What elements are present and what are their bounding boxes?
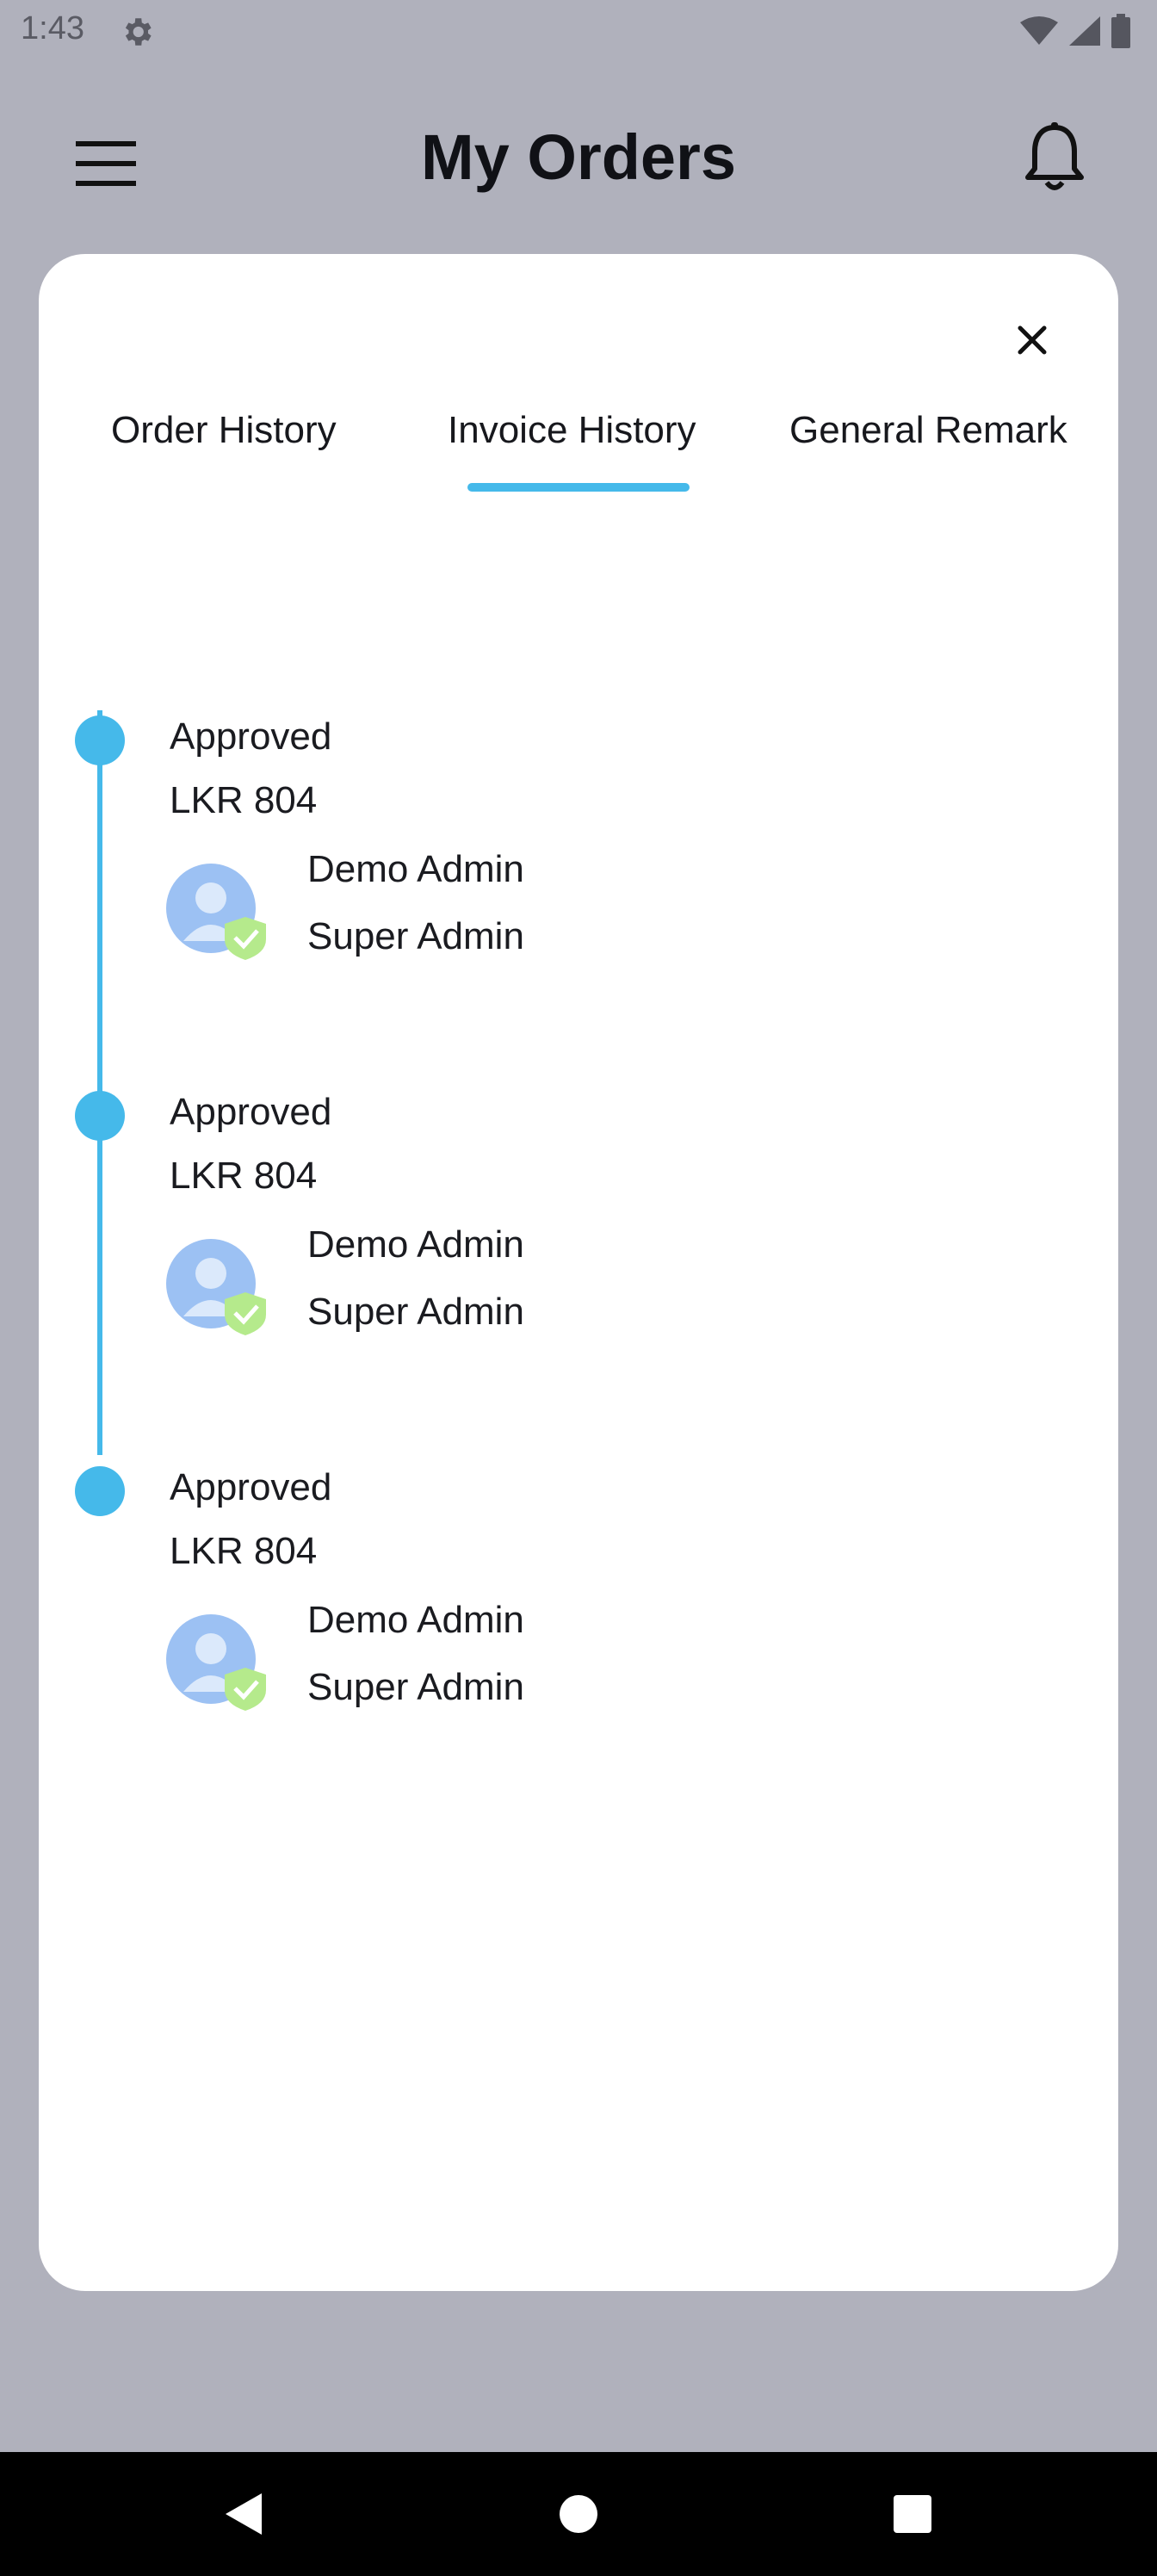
status-time: 1:43: [21, 10, 84, 46]
entry-amount: LKR 804: [170, 1530, 318, 1572]
entry-status: Approved: [170, 715, 332, 758]
invoice-timeline: Approved LKR 804 Demo Admin Super Admin …: [39, 684, 1118, 1804]
back-icon[interactable]: [215, 2485, 274, 2543]
entry-user-name: Demo Admin: [307, 848, 524, 890]
bell-icon[interactable]: [1023, 122, 1086, 195]
entry-user-name: Demo Admin: [307, 1599, 524, 1641]
entry-user-role: Super Admin: [307, 1291, 524, 1333]
tab-bar: Order History Invoice History General Re…: [39, 409, 1118, 512]
entry-amount: LKR 804: [170, 779, 318, 821]
battery-icon: [1111, 14, 1130, 48]
admin-avatar-icon: [166, 1239, 266, 1335]
recents-icon[interactable]: [883, 2485, 942, 2543]
gear-icon: [125, 18, 152, 46]
admin-avatar-icon: [166, 1614, 266, 1711]
status-bar: 1:43: [0, 0, 1157, 62]
entry-amount: LKR 804: [170, 1155, 318, 1197]
page-title: My Orders: [420, 121, 737, 193]
tab-order-history[interactable]: Order History: [111, 409, 337, 495]
tab-selected-indicator: [467, 483, 690, 492]
entry-status: Approved: [170, 1091, 332, 1133]
home-icon[interactable]: [549, 2485, 608, 2543]
entry-user-role: Super Admin: [307, 915, 524, 957]
timeline-dot: [75, 1466, 125, 1516]
timeline-entry: Approved LKR 804 Demo Admin Super Admin: [39, 1461, 1118, 1805]
system-nav-bar: [0, 2452, 1157, 2576]
timeline-dot: [75, 1091, 125, 1141]
timeline-dot: [75, 715, 125, 765]
wifi-icon: [1020, 16, 1058, 45]
timeline-entry: Approved LKR 804 Demo Admin Super Admin: [39, 710, 1118, 1055]
admin-avatar-icon: [166, 864, 266, 960]
tab-invoice-history[interactable]: Invoice History: [448, 409, 696, 495]
cellular-icon: [1069, 16, 1100, 46]
entry-user-name: Demo Admin: [307, 1223, 524, 1266]
close-icon[interactable]: [1006, 314, 1058, 366]
status-icons: [1019, 12, 1131, 50]
app-bar: My Orders: [0, 95, 1157, 224]
invoice-history-modal: Order History Invoice History General Re…: [39, 254, 1118, 2291]
tab-general-remark[interactable]: General Remark: [789, 409, 1067, 495]
entry-status: Approved: [170, 1466, 332, 1508]
timeline-entry: Approved LKR 804 Demo Admin Super Admin: [39, 1086, 1118, 1430]
entry-user-role: Super Admin: [307, 1666, 524, 1708]
